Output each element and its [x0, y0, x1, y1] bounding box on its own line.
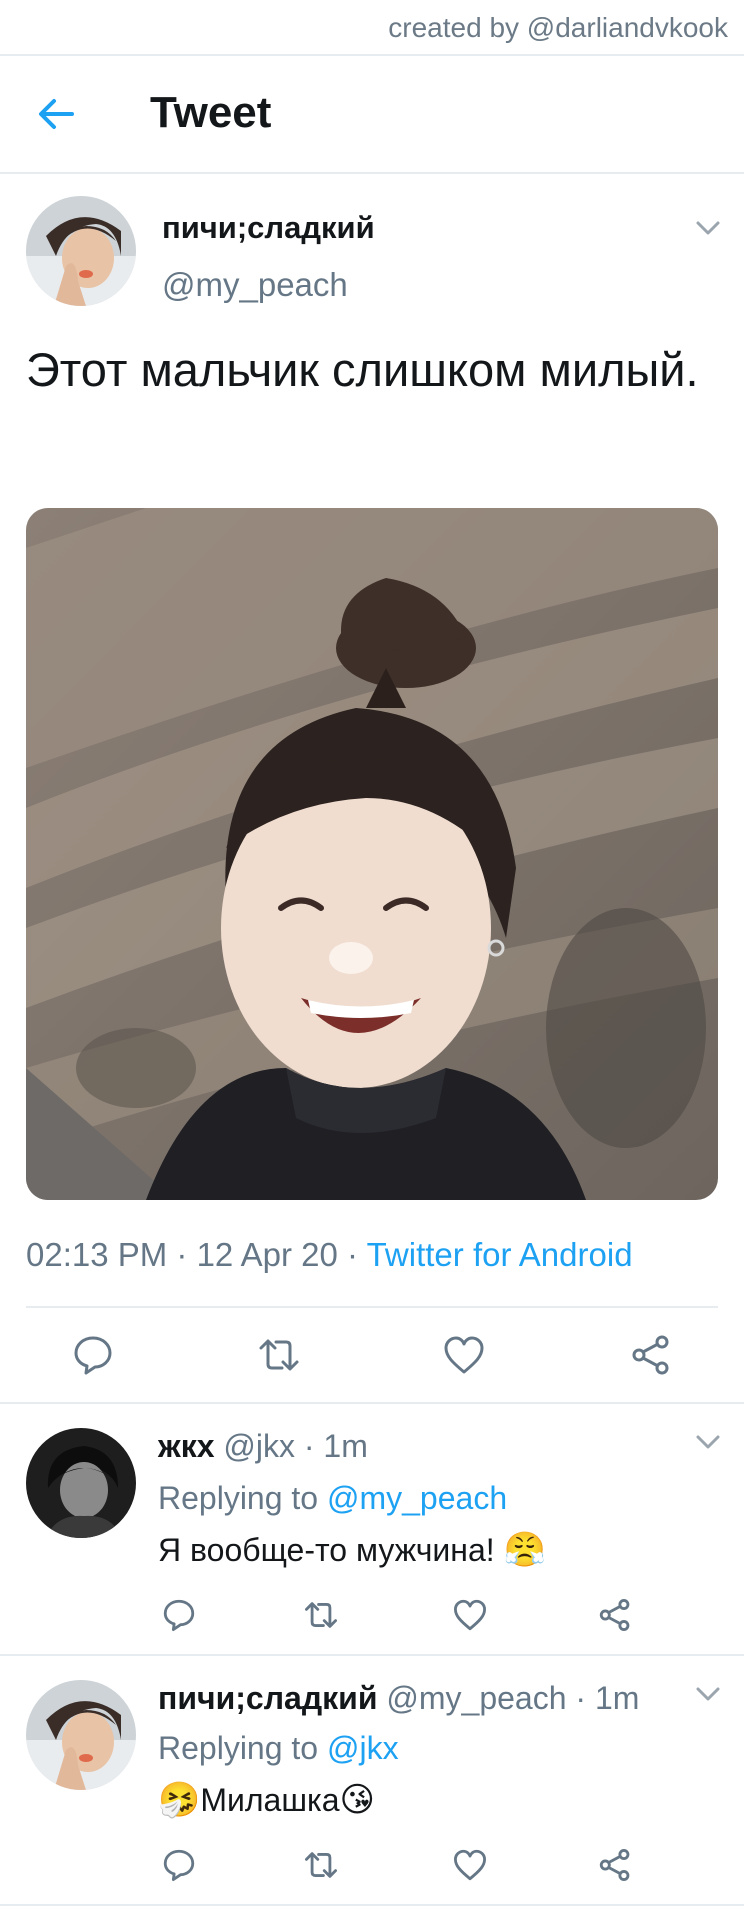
tweet-source-link[interactable]: Twitter for Android	[367, 1236, 633, 1273]
reply-text: Я вообще-то мужчина!	[158, 1532, 504, 1568]
kiss-emoji-icon: 😘	[339, 1780, 375, 1820]
reply-author-handle[interactable]: @my_peach	[386, 1680, 566, 1716]
share-icon[interactable]	[630, 1334, 672, 1376]
page-title: Tweet	[150, 88, 272, 137]
separator: ·	[337, 1236, 367, 1273]
tweet-time: 02:13 PM	[26, 1236, 168, 1273]
avatar[interactable]	[26, 1680, 136, 1790]
tweet-date: 12 Apr 20	[196, 1236, 338, 1273]
reply-author-name[interactable]: пичи;сладкий	[158, 1680, 378, 1716]
sneezing-emoji-icon: 🤧	[158, 1780, 201, 1820]
like-icon[interactable]	[452, 1848, 488, 1882]
credit-bar: created by @darliandvkook	[0, 0, 744, 56]
like-icon[interactable]	[452, 1598, 488, 1632]
replying-to-link[interactable]: @jkx	[327, 1730, 399, 1766]
arrow-left-icon[interactable]	[36, 94, 76, 134]
avatar[interactable]	[26, 196, 136, 306]
chevron-down-icon[interactable]	[694, 218, 722, 238]
divider	[0, 1654, 744, 1656]
chevron-down-icon[interactable]	[694, 1684, 722, 1704]
author-handle[interactable]: @my_peach	[162, 266, 348, 304]
chevron-down-icon[interactable]	[694, 1432, 722, 1452]
reply-author-handle[interactable]: @jkx	[223, 1428, 295, 1464]
top-bar: Tweet	[0, 56, 744, 174]
reply-time: · 1m	[575, 1680, 640, 1716]
like-icon[interactable]	[442, 1334, 486, 1376]
divider	[0, 1904, 744, 1906]
avatar[interactable]	[26, 1428, 136, 1538]
tweet-photo[interactable]	[26, 508, 718, 1200]
divider	[26, 1306, 718, 1308]
share-icon[interactable]	[598, 1848, 632, 1882]
reply-header: пичи;сладкий @my_peach · 1m	[158, 1680, 639, 1717]
reply-text-line: Я вообще-то мужчина! 😤	[158, 1530, 546, 1570]
credit-text: created by @darliandvkook	[388, 12, 728, 43]
reply-time: · 1m	[303, 1428, 368, 1464]
reply-icon[interactable]	[72, 1334, 114, 1376]
reply-author-name[interactable]: жкх	[158, 1428, 215, 1464]
replying-to: Replying to @jkx	[158, 1730, 399, 1767]
reply-icon[interactable]	[162, 1848, 196, 1882]
huffing-emoji-icon: 😤	[503, 1530, 546, 1570]
tweet-text: Этот мальчик слишком милый.	[26, 343, 699, 396]
reply-icon[interactable]	[162, 1598, 196, 1632]
replying-to: Replying to @my_peach	[158, 1480, 507, 1517]
replying-to-label: Replying to	[158, 1730, 319, 1766]
replying-to-link[interactable]: @my_peach	[327, 1480, 507, 1516]
divider	[0, 1402, 744, 1404]
separator: ·	[167, 1236, 197, 1273]
retweet-icon[interactable]	[302, 1598, 340, 1632]
tweet-meta: 02:13 PM · 12 Apr 20 · Twitter for Andro…	[26, 1236, 633, 1274]
retweet-icon[interactable]	[302, 1848, 340, 1882]
reply-text-line: 🤧Милашка😘	[158, 1780, 375, 1820]
share-icon[interactable]	[598, 1598, 632, 1632]
replying-to-label: Replying to	[158, 1480, 319, 1516]
retweet-icon[interactable]	[256, 1334, 302, 1376]
author-name[interactable]: пичи;сладкий	[162, 210, 375, 246]
reply-header: жкх @jkx · 1m	[158, 1428, 368, 1465]
reply-text: Милашка	[200, 1782, 340, 1818]
